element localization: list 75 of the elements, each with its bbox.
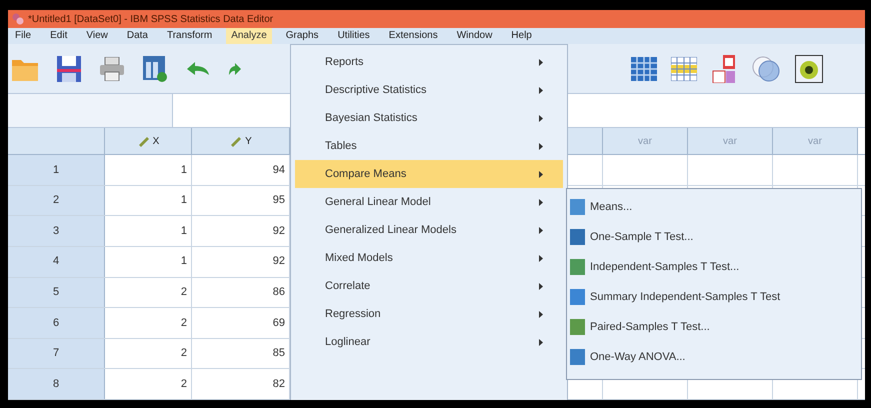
row-header[interactable]: 5 xyxy=(8,278,105,308)
submenu-arrow-icon xyxy=(539,310,543,318)
grid-icon[interactable] xyxy=(671,56,697,80)
row-header[interactable]: 2 xyxy=(8,186,105,216)
submenu-arrow-icon xyxy=(539,142,543,150)
submenu-item[interactable]: Independent-Samples T Test... xyxy=(570,252,858,282)
submenu-arrow-icon xyxy=(539,254,543,262)
menu-item[interactable]: Transform xyxy=(162,28,218,44)
table-cell: 2 xyxy=(105,308,192,338)
column-label: var xyxy=(723,134,737,148)
table-cell: 2 xyxy=(105,278,192,308)
menu-item[interactable]: Reports xyxy=(295,48,563,76)
submenu-arrow-icon xyxy=(539,338,543,346)
menu-item[interactable]: Bayesian Statistics xyxy=(295,104,563,132)
row-header[interactable]: 7 xyxy=(8,338,105,368)
submenu-arrow-icon xyxy=(539,226,543,234)
row-header[interactable]: 3 xyxy=(8,216,105,246)
submenu-item[interactable]: Means... xyxy=(570,192,858,222)
column-label: var xyxy=(808,134,822,148)
menu-item[interactable]: Compare Means xyxy=(295,160,563,188)
submenu-arrow-icon xyxy=(539,198,543,206)
table-cell: 2 xyxy=(105,338,192,368)
submenu-item[interactable]: Paired-Samples T Test... xyxy=(570,312,858,342)
column-label: Y xyxy=(245,134,252,148)
menu-item[interactable]: Edit xyxy=(45,28,72,44)
cell-reference-field[interactable] xyxy=(8,94,173,127)
menu-item[interactable]: Generalized Linear Models xyxy=(295,216,563,244)
add-icon[interactable] xyxy=(795,54,823,82)
column-header[interactable]: X xyxy=(105,128,192,154)
table-cell: 1 xyxy=(105,186,192,216)
row-header[interactable]: 6 xyxy=(8,308,105,338)
menu-item[interactable]: Tables xyxy=(295,132,563,160)
table-cell: 1 xyxy=(105,246,192,276)
table-icon[interactable] xyxy=(143,56,167,82)
submenu-arrow-icon xyxy=(539,170,543,178)
submenu-item[interactable]: One-Way ANOVA... xyxy=(570,342,858,372)
submenu-arrow-icon xyxy=(539,282,543,290)
menu-item[interactable]: Descriptive Statistics xyxy=(295,76,563,104)
submenu-arrow-icon xyxy=(539,58,543,66)
menu-item[interactable]: Window xyxy=(452,28,498,44)
ruler-icon xyxy=(229,135,242,147)
window-title: *Untitled1 [DataSet0] - IBM SPSS Statistics Data Editor xyxy=(28,12,274,26)
menu-item[interactable]: Mixed Models xyxy=(295,244,563,272)
save-icon[interactable] xyxy=(57,56,81,82)
menu-item[interactable]: Extensions xyxy=(384,28,443,44)
menu-item[interactable]: Regression xyxy=(295,300,563,328)
column-label: var xyxy=(638,134,652,148)
menu-item[interactable]: View xyxy=(81,28,113,44)
column-label: X xyxy=(152,134,160,148)
menu-item[interactable]: Loglinear xyxy=(295,328,563,356)
row-header[interactable]: 4 xyxy=(8,246,105,276)
row-header[interactable]: 1 xyxy=(8,155,105,185)
table-cell: 1 xyxy=(105,216,192,246)
ruler-icon xyxy=(136,135,149,147)
submenu-item[interactable]: Summary Independent-Samples T Test xyxy=(570,282,858,312)
submenu-arrow-icon xyxy=(539,86,543,94)
printer-icon[interactable] xyxy=(99,56,125,80)
grid-icon[interactable] xyxy=(631,56,657,80)
menu-item[interactable]: Analyze xyxy=(226,28,272,44)
circles-icon[interactable] xyxy=(751,54,781,82)
menu-item[interactable]: Utilities xyxy=(332,28,375,44)
table-cell: 2 xyxy=(105,369,192,399)
menu-item[interactable]: Data xyxy=(122,28,153,44)
column-header[interactable]: Y xyxy=(192,128,290,154)
submenu-item[interactable]: One-Sample T Test... xyxy=(570,222,858,252)
menu-item[interactable]: General Linear Model xyxy=(295,188,563,216)
menu-item[interactable]: File xyxy=(10,28,36,44)
table-cell: 1 xyxy=(105,155,192,185)
menu-item[interactable]: Graphs xyxy=(280,28,324,44)
row-header[interactable]: 8 xyxy=(8,369,105,399)
submenu-arrow-icon xyxy=(539,114,543,122)
menu-item[interactable]: Help xyxy=(506,28,537,44)
value-labels-icon[interactable] xyxy=(711,54,737,82)
menu-item[interactable]: Correlate xyxy=(295,272,563,300)
app-icon xyxy=(12,13,24,25)
